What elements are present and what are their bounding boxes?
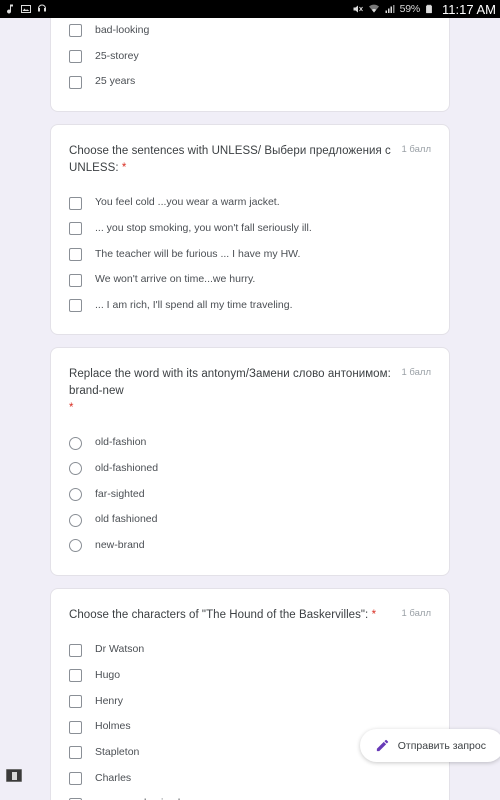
radio-icon[interactable] (69, 436, 82, 450)
option-row[interactable]: Henry (69, 689, 431, 715)
question-points: 1 балл (401, 607, 431, 619)
question-title-text: Replace the word with its antonym/Замени… (69, 368, 391, 398)
status-bar: 59% 11:17 AM (0, 0, 500, 18)
music-note-icon (4, 3, 16, 15)
option-row[interactable]: Dr Watson (69, 637, 431, 663)
option-label: old fashioned (95, 513, 158, 526)
option-row[interactable]: old-fashion (69, 430, 431, 456)
option-label: ... you stop smoking, you won't fall ser… (95, 221, 312, 234)
wifi-icon (368, 3, 380, 15)
option-row[interactable]: The teacher will be furious ... I have m… (69, 242, 431, 268)
mute-icon (352, 3, 364, 15)
option-row[interactable]: old-fashioned (69, 456, 431, 482)
question-title: Choose the characters of "The Hound of t… (69, 607, 391, 624)
option-label: bad-looking (95, 24, 150, 36)
question-points: 1 балл (401, 367, 431, 379)
send-request-label: Отправить запрос (397, 739, 486, 752)
option-row[interactable]: You feel cold ...you wear a warm jacket. (69, 190, 431, 216)
option-label: We won't arrive on time...we hurry. (95, 273, 256, 286)
required-asterisk: * (371, 608, 377, 621)
checkbox-icon[interactable] (69, 694, 82, 708)
option-label: 25-storey (95, 49, 139, 62)
option-row[interactable]: Hugo (69, 663, 431, 689)
checkbox-icon[interactable] (69, 247, 82, 261)
radio-icon[interactable] (69, 513, 82, 527)
checkbox-icon[interactable] (69, 299, 82, 313)
question-header: Choose the characters of "The Hound of t… (69, 607, 431, 624)
option-label: Stapleton (95, 745, 140, 758)
option-row[interactable]: new-brand (69, 533, 431, 559)
question-points: 1 балл (401, 143, 431, 155)
option-label: Henry (95, 694, 124, 707)
option-label: 25 years (95, 75, 136, 88)
option-label: old-fashioned (95, 462, 159, 475)
option-row[interactable]: ... you stop smoking, you won't fall ser… (69, 216, 431, 242)
battery-icon (424, 3, 436, 15)
checkbox-icon[interactable] (69, 771, 82, 785)
option-row[interactable]: 25 years (69, 69, 431, 95)
radio-icon[interactable] (69, 462, 82, 476)
question-card-antonym: Replace the word with its antonym/Замени… (50, 347, 450, 576)
checkbox-icon[interactable] (69, 669, 82, 683)
question-card-baskervilles: Choose the characters of "The Hound of t… (50, 587, 450, 800)
clock-label: 11:17 AM (442, 1, 496, 17)
checkbox-icon[interactable] (69, 75, 82, 89)
option-label: The teacher will be furious ... I have m… (95, 247, 301, 260)
option-label: Charles (95, 771, 132, 784)
question-header: Replace the word with its antonym/Замени… (69, 366, 431, 416)
option-label: ... I am rich, I'll spend all my time tr… (95, 298, 293, 311)
option-row[interactable]: far-sighted (69, 482, 431, 508)
option-label: Hugo (95, 669, 121, 681)
question-title: Choose the sentences with UNLESS/ Выбери… (69, 143, 391, 176)
option-row[interactable]: ... I am rich, I'll spend all my time tr… (69, 293, 431, 319)
option-label: You feel cold ...you wear a warm jacket. (95, 196, 280, 209)
phone-screen: 59% 11:17 AM bad-looking 25-storey 25 ye… (0, 0, 500, 800)
status-bar-right-icons: 59% 11:17 AM (352, 2, 496, 17)
cellular-signal-icon (384, 3, 396, 15)
question-title: Replace the word with its antonym/Замени… (69, 366, 391, 416)
battery-percent-label: 59% (399, 3, 421, 15)
headphones-icon (36, 3, 48, 15)
option-row[interactable]: Charles (69, 766, 431, 792)
option-label: old-fashion (95, 436, 147, 449)
option-row[interactable]: We won't arrive on time...we hurry. (69, 267, 431, 293)
option-row[interactable]: 25-storey (69, 44, 431, 70)
checkbox-icon[interactable] (69, 720, 82, 734)
system-notification-icon[interactable] (6, 769, 22, 782)
option-label: far-sighted (95, 487, 145, 500)
question-card-unless: Choose the sentences with UNLESS/ Выбери… (50, 123, 450, 336)
checkbox-icon[interactable] (69, 746, 82, 760)
required-asterisk: * (69, 401, 74, 414)
question-header: Choose the sentences with UNLESS/ Выбери… (69, 143, 431, 176)
option-label: Holmes (95, 720, 131, 733)
checkbox-icon[interactable] (69, 222, 82, 236)
radio-icon[interactable] (69, 539, 82, 553)
form-scroll-container[interactable]: bad-looking 25-storey 25 years Choose th… (0, 18, 500, 800)
checkbox-icon[interactable] (69, 273, 82, 287)
checkbox-icon[interactable] (69, 49, 82, 63)
question-title-text: Choose the sentences with UNLESS/ Выбери… (69, 144, 391, 174)
checkbox-icon[interactable] (69, 24, 82, 38)
checkbox-icon[interactable] (69, 196, 82, 210)
send-request-fab[interactable]: Отправить запрос (359, 729, 500, 762)
pencil-icon (375, 738, 390, 753)
radio-icon[interactable] (69, 488, 82, 502)
question-card-partial: bad-looking 25-storey 25 years (50, 18, 450, 112)
option-label: new-brand (95, 539, 145, 552)
status-bar-left-icons (4, 3, 48, 15)
option-row[interactable]: bad-looking (69, 18, 431, 44)
option-row[interactable]: an unusual animal (69, 791, 431, 800)
required-asterisk: * (121, 161, 127, 174)
option-label: Dr Watson (95, 643, 145, 656)
option-row[interactable]: old fashioned (69, 507, 431, 533)
image-icon (20, 3, 32, 15)
question-title-text: Choose the characters of "The Hound of t… (69, 608, 369, 621)
checkbox-icon[interactable] (69, 643, 82, 657)
